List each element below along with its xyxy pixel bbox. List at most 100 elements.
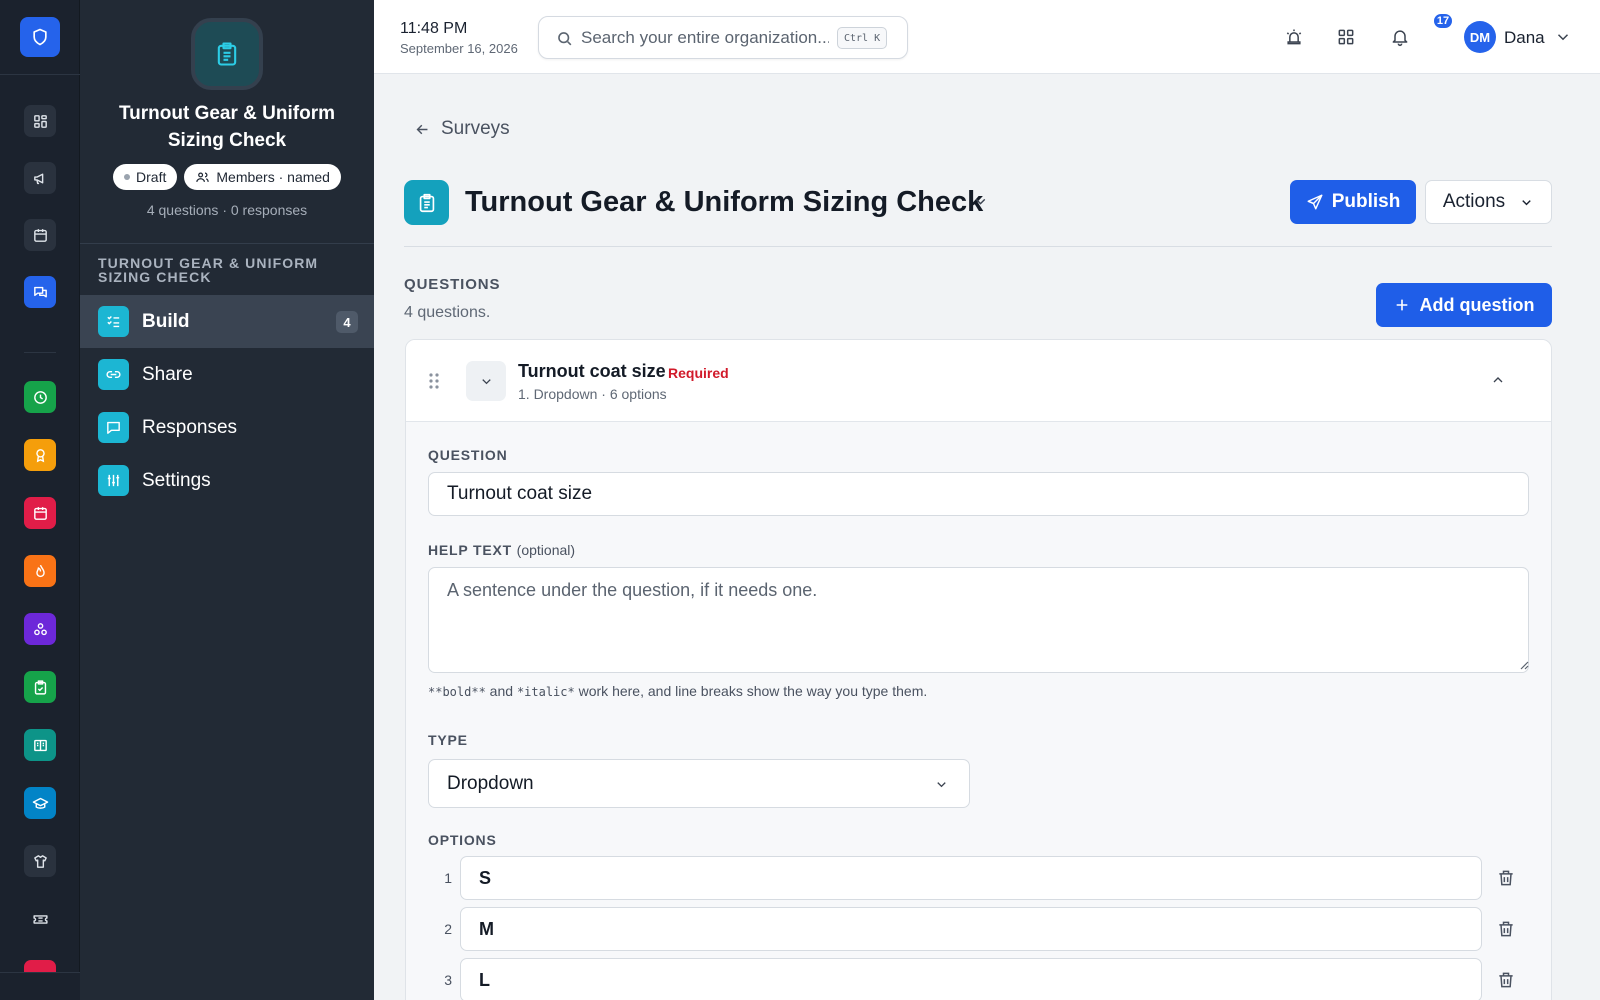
- count-badge: 4: [336, 311, 358, 333]
- option-number: 1: [444, 870, 452, 886]
- sidebar-item-build[interactable]: Build 4: [80, 295, 374, 348]
- drag-handle-icon[interactable]: [428, 372, 440, 390]
- sidebar-item-responses[interactable]: Responses: [80, 401, 374, 454]
- trash-icon[interactable]: [1496, 970, 1516, 990]
- actions-label: Actions: [1442, 191, 1506, 212]
- help-text-input[interactable]: [428, 567, 1529, 673]
- rail-divider: [0, 74, 80, 75]
- plus-icon: [1396, 299, 1407, 311]
- sidebar-item-share[interactable]: Share: [80, 348, 374, 401]
- survey-summary: Turnout Gear & Uniform Sizing Check Draf…: [80, 0, 374, 244]
- list-check-icon: [98, 306, 129, 337]
- nodes-icon[interactable]: [24, 613, 56, 645]
- type-label: TYPE: [428, 732, 468, 748]
- chevron-up-icon[interactable]: [1490, 372, 1506, 388]
- survey-stats: 4 questions · 0 responses: [146, 202, 308, 218]
- status-dot: [124, 174, 131, 180]
- calendar-icon[interactable]: [24, 219, 56, 251]
- sidebar-item-settings[interactable]: Settings: [80, 454, 374, 507]
- search-input[interactable]: [581, 25, 829, 51]
- sidebar-item-label: Share: [142, 363, 193, 385]
- clipboard-check-icon[interactable]: [24, 671, 56, 703]
- option-number: 3: [444, 972, 452, 988]
- siren-icon[interactable]: [1282, 25, 1306, 49]
- status-label: Draft: [136, 169, 167, 185]
- selected-type: Dropdown: [447, 772, 534, 794]
- divider: [404, 246, 1552, 247]
- send-icon: [1307, 194, 1323, 210]
- calendar-event-icon[interactable]: [24, 497, 56, 529]
- clock-icon[interactable]: [24, 381, 56, 413]
- formatting-hint: **bold** and *italic* work here, and lin…: [428, 683, 927, 699]
- apps-grid-icon[interactable]: [1334, 25, 1358, 49]
- global-search[interactable]: Ctrl K: [538, 16, 908, 59]
- question-type-toggle[interactable]: [466, 361, 506, 401]
- back-link[interactable]: Surveys: [414, 118, 510, 140]
- chevron-down-icon: [937, 782, 946, 788]
- user-name[interactable]: Dana: [1504, 28, 1545, 48]
- trash-icon[interactable]: [1496, 868, 1516, 888]
- rail-divider: [24, 352, 56, 353]
- question-card-header[interactable]: Turnout coat size Required 1. Dropdown ·…: [406, 340, 1551, 422]
- back-label: Surveys: [441, 118, 510, 139]
- shirt-icon[interactable]: [24, 845, 56, 877]
- messages-icon[interactable]: [24, 276, 56, 308]
- actions-menu-button[interactable]: Actions: [1425, 180, 1552, 224]
- question-text-input[interactable]: [428, 472, 1529, 516]
- ticket-icon[interactable]: [24, 903, 56, 935]
- sidebar-item-label: Responses: [142, 416, 238, 438]
- question-title: Turnout coat size: [518, 361, 666, 381]
- users-icon: [196, 172, 210, 182]
- chevron-down-icon[interactable]: [1554, 28, 1572, 46]
- avatar[interactable]: DM: [1464, 21, 1496, 53]
- option-row: 1: [428, 856, 1529, 900]
- survey-pills: Draft Members · named: [80, 164, 374, 190]
- help-text-label: HELP TEXT (optional): [428, 542, 575, 558]
- option-row: 2: [428, 907, 1529, 951]
- rail-footer: [0, 973, 80, 1000]
- bell-icon[interactable]: [1388, 25, 1412, 49]
- required-badge: Required: [668, 365, 729, 381]
- italic-syntax: *italic*: [516, 685, 575, 699]
- option-number: 2: [444, 921, 452, 937]
- trash-icon[interactable]: [1496, 919, 1516, 939]
- option-input[interactable]: [460, 958, 1482, 1000]
- link-icon: [98, 359, 129, 390]
- audience-label: Members · named: [216, 169, 330, 185]
- flame-icon[interactable]: [24, 555, 56, 587]
- shortcut-hint: Ctrl K: [837, 27, 888, 49]
- clock-date: September 16, 2026: [400, 41, 518, 56]
- app-rail: [0, 0, 80, 1000]
- hint-text: work here, and line breaks show the way …: [574, 683, 928, 699]
- award-icon[interactable]: [24, 439, 56, 471]
- add-question-button[interactable]: Add question: [1376, 283, 1552, 327]
- option-input[interactable]: [460, 856, 1482, 900]
- bold-syntax: **bold**: [428, 685, 486, 699]
- sidebar-section-title: TURNOUT GEAR & UNIFORM SIZING CHECK: [98, 255, 319, 285]
- chevron-down-icon: [481, 378, 491, 384]
- shield-logo-icon[interactable]: [20, 17, 60, 57]
- megaphone-icon[interactable]: [24, 162, 56, 194]
- option-input[interactable]: [460, 907, 1482, 951]
- options-label: OPTIONS: [428, 832, 497, 848]
- audience-badge[interactable]: Members · named: [184, 164, 341, 190]
- chevron-down-icon[interactable]: [972, 193, 989, 210]
- book-icon[interactable]: [24, 729, 56, 761]
- status-badge: Draft: [113, 164, 178, 190]
- sliders-icon: [98, 465, 129, 496]
- add-question-label: Add question: [1419, 294, 1535, 315]
- resize-grip-icon[interactable]: [1519, 660, 1529, 670]
- question-meta: 1. Dropdown · 6 options: [518, 386, 667, 402]
- clipboard-icon: [191, 18, 263, 90]
- clock-time: 11:48 PM: [400, 20, 468, 37]
- graduation-icon[interactable]: [24, 787, 56, 819]
- dashboard-icon[interactable]: [24, 105, 56, 137]
- arrow-left-icon: [416, 124, 428, 134]
- main-content: Surveys Turnout Gear & Uniform Sizing Ch…: [374, 74, 1600, 1000]
- question-card: Turnout coat size Required 1. Dropdown ·…: [405, 339, 1552, 1000]
- sidebar-item-label: Build: [142, 310, 190, 332]
- notification-count: 17: [1432, 12, 1454, 30]
- optional-hint: (optional): [516, 542, 576, 558]
- question-type-select[interactable]: Dropdown: [428, 759, 970, 808]
- publish-button[interactable]: Publish: [1290, 180, 1416, 224]
